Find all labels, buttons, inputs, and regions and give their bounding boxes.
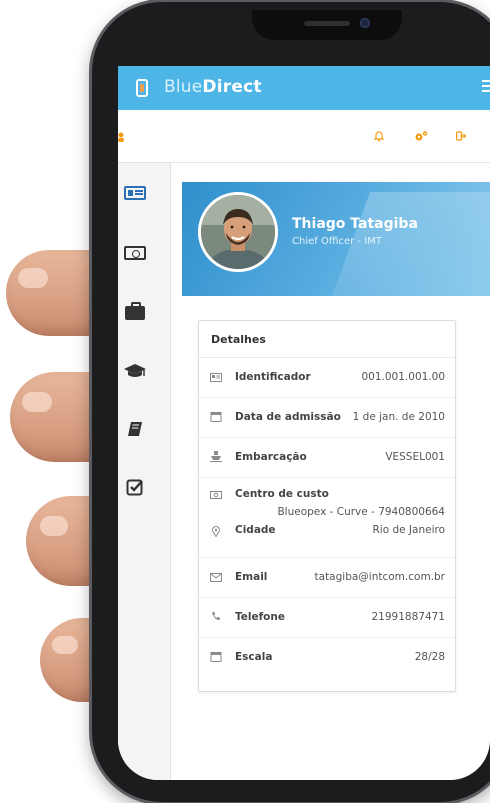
mobile-app-icon: [136, 79, 148, 97]
map-marker-icon: [211, 526, 221, 537]
detail-value: VESSEL001: [385, 451, 445, 463]
sidebar-item-tasks[interactable]: [120, 475, 150, 499]
user-icon[interactable]: [118, 132, 124, 142]
id-card-icon: [124, 186, 146, 200]
app-header: BlueDirect: [118, 66, 490, 110]
money-icon: [210, 491, 222, 499]
detail-row-escala: Escala 28/28: [199, 638, 455, 678]
detail-label: Email: [235, 571, 268, 583]
avatar[interactable]: [198, 192, 278, 272]
sidebar-item-documents[interactable]: [120, 417, 150, 441]
nail-index: [18, 268, 48, 288]
brand-light-text: Blue: [164, 77, 203, 97]
sign-out-icon[interactable]: [456, 131, 466, 141]
detail-value: 1 de jan. de 2010: [352, 411, 445, 423]
detail-row-telefone: Telefone 21991887471: [199, 598, 455, 638]
cogs-icon[interactable]: [414, 130, 428, 142]
sidebar-item-payments[interactable]: [120, 241, 150, 265]
details-card: Detalhes Identificador 001.001.001.00 Da…: [198, 320, 456, 692]
details-title: Detalhes: [211, 333, 266, 346]
calendar-icon: [210, 412, 222, 422]
envelope-icon: [210, 573, 222, 582]
detail-label: Embarcação: [235, 451, 307, 463]
bell-icon[interactable]: [374, 130, 384, 142]
detail-value[interactable]: tatagiba@intcom.com.br: [315, 571, 445, 583]
profile-name: Thiago Tatagiba: [292, 216, 418, 232]
check-square-icon: [126, 479, 143, 496]
detail-row-identificador: Identificador 001.001.001.00: [199, 358, 455, 398]
detail-label: Cidade: [235, 524, 276, 536]
top-toolbar: [118, 110, 490, 163]
sidebar-item-jobs[interactable]: [120, 299, 150, 323]
detail-row-embarcacao: Embarcação VESSEL001: [199, 438, 455, 478]
speaker-grille: [304, 21, 350, 26]
nail-little: [52, 636, 78, 654]
detail-label: Centro de custo: [235, 488, 329, 500]
sidebar-item-profile[interactable]: [120, 181, 150, 205]
calendar-icon: [210, 652, 222, 662]
detail-value: Rio de Janeiro: [372, 524, 445, 536]
detail-row-email: Email tatagiba@intcom.com.br: [199, 558, 455, 598]
detail-label: Escala: [235, 651, 273, 663]
detail-row-admissao: Data de admissão 1 de jan. de 2010: [199, 398, 455, 438]
ship-icon: [210, 451, 222, 462]
nail-ring: [40, 516, 68, 536]
brand-bold-text: Direct: [202, 77, 262, 97]
hamburger-menu-icon[interactable]: [482, 80, 490, 94]
detail-value[interactable]: 21991887471: [372, 611, 446, 623]
money-icon: [124, 246, 146, 260]
detail-label: Telefone: [235, 611, 285, 623]
brand-logo[interactable]: BlueDirect: [164, 77, 262, 97]
front-camera: [360, 18, 370, 28]
briefcase-icon: [125, 302, 145, 320]
detail-label: Identificador: [235, 371, 311, 383]
graduation-cap-icon: [124, 364, 146, 377]
detail-value: Blueopex - Curve - 7940800664: [277, 506, 445, 518]
detail-value: 001.001.001.00: [361, 371, 446, 383]
book-icon: [128, 422, 142, 436]
detail-row-centro-cidade: Centro de custo Blueopex - Curve - 79408…: [199, 478, 455, 558]
app-screen: BlueDirect Thiago Tatagiba Chief Officer…: [118, 66, 490, 780]
detail-label: Data de admissão: [235, 411, 341, 423]
phone-icon: [212, 611, 221, 621]
profile-role: Chief Officer - IMT: [292, 236, 382, 247]
sidebar: [118, 163, 171, 780]
nail-middle: [22, 392, 52, 412]
sidebar-item-training[interactable]: [120, 359, 150, 383]
id-badge-icon: [210, 373, 222, 382]
profile-banner: Thiago Tatagiba Chief Officer - IMT: [182, 182, 490, 296]
detail-value: 28/28: [414, 651, 445, 663]
